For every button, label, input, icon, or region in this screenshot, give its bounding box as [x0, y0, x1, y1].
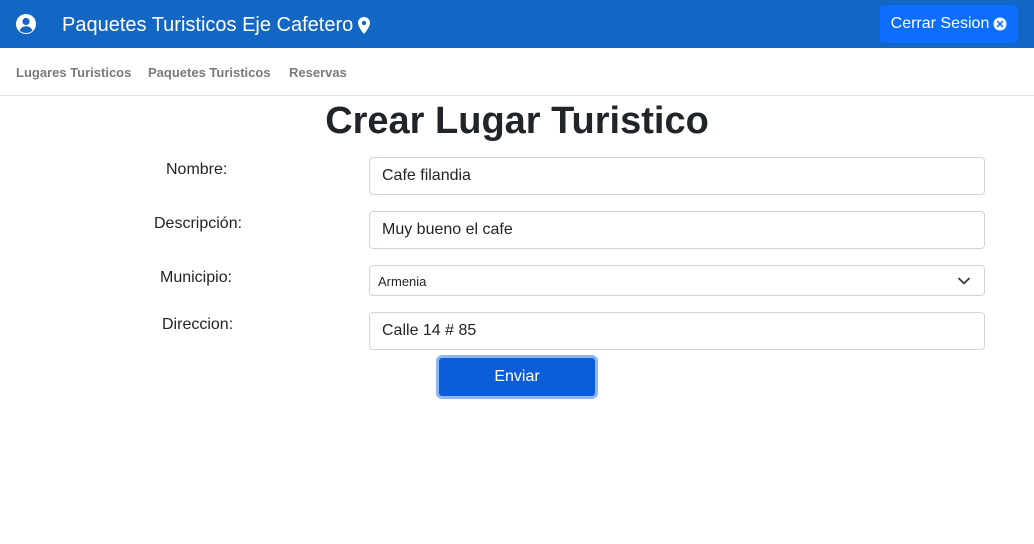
descripcion-input[interactable] — [369, 211, 985, 249]
municipio-label: Municipio: — [160, 269, 233, 286]
nombre-label: Nombre: — [166, 161, 228, 178]
top-navbar: Paquetes Turisticos Eje Cafetero Cerrar … — [0, 0, 1034, 48]
enviar-label: Enviar — [494, 368, 540, 385]
nav-link-reservas[interactable]: Reservas — [289, 65, 347, 80]
nav-link-lugares[interactable]: Lugares Turisticos — [16, 65, 131, 80]
enviar-button[interactable]: Enviar — [436, 355, 598, 399]
secondary-nav: Lugares Turisticos Paquetes Turisticos R… — [0, 48, 1034, 96]
nav-link-paquetes[interactable]: Paquetes Turisticos — [148, 65, 271, 80]
close-circle-icon — [993, 17, 1007, 31]
direccion-label: Direccion: — [162, 316, 234, 333]
app-title: Paquetes Turisticos Eje Cafetero — [62, 13, 354, 36]
municipio-select[interactable]: Armenia — [369, 265, 985, 296]
map-pin-icon — [358, 16, 371, 34]
direccion-input[interactable] — [369, 312, 985, 350]
app-brand[interactable]: Paquetes Turisticos Eje Cafetero — [62, 12, 371, 38]
chevron-down-icon — [958, 277, 970, 285]
logout-label: Cerrar Sesion — [890, 15, 990, 32]
page-title: Crear Lugar Turistico — [325, 100, 709, 142]
user-circle-icon[interactable] — [15, 13, 37, 35]
nombre-input[interactable] — [369, 157, 985, 195]
logout-button[interactable]: Cerrar Sesion — [880, 5, 1018, 43]
municipio-selected-value: Armenia — [378, 274, 427, 289]
descripcion-label: Descripción: — [154, 215, 243, 232]
